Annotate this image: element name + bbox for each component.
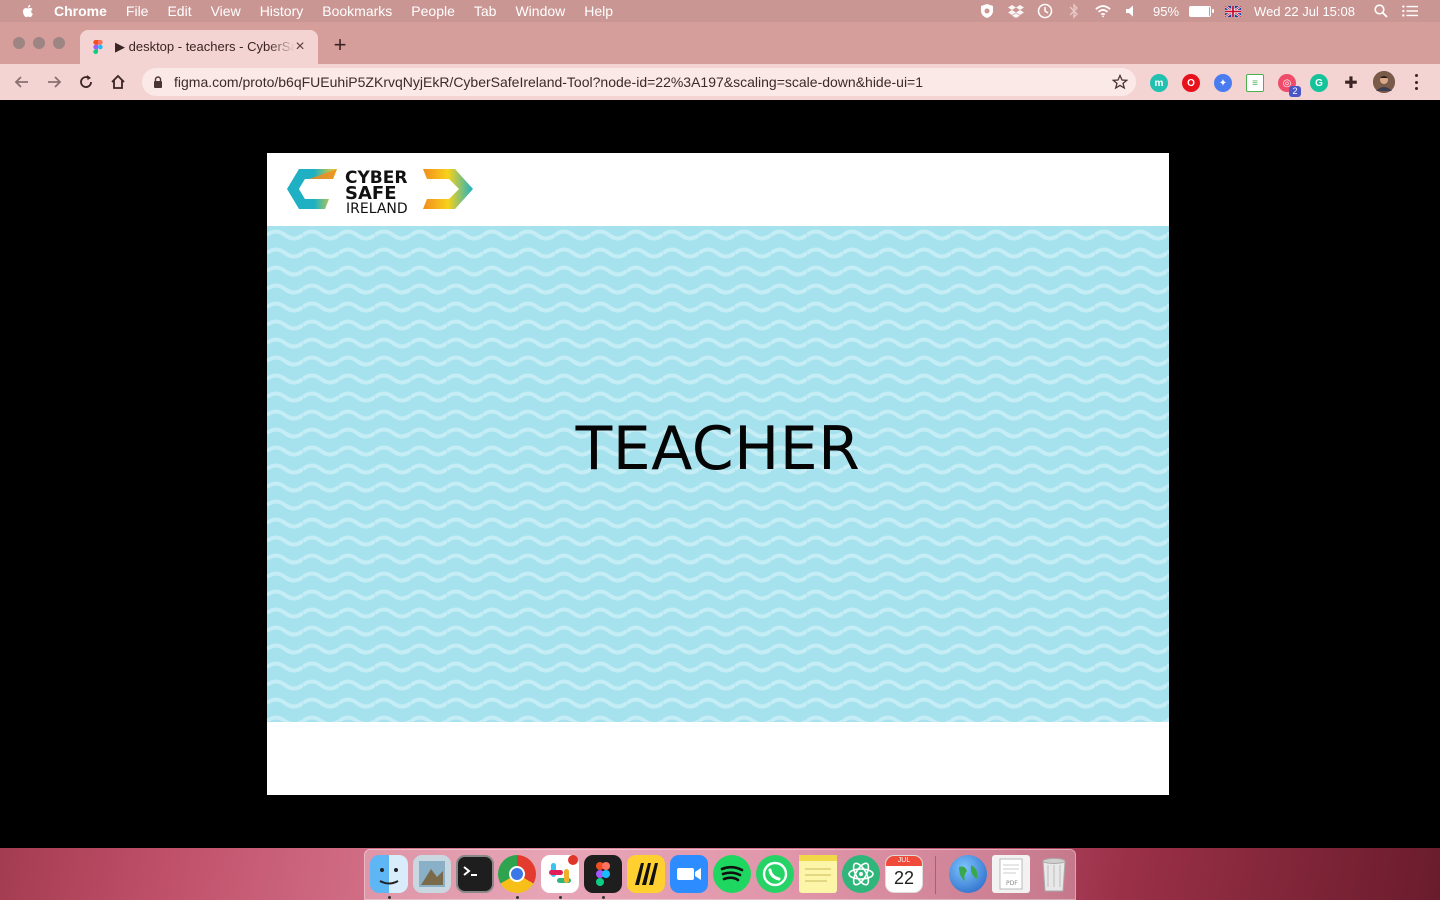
preview-app-icon[interactable] (413, 855, 451, 893)
tab-figma-prototype[interactable]: ▶ desktop - teachers - CyberSafeIreland … (80, 30, 318, 64)
miro-icon[interactable] (627, 855, 665, 893)
status-area: 95% Wed 22 Jul 15:08 (979, 0, 1440, 22)
menu-edit[interactable]: Edit (167, 3, 191, 19)
cybersafe-ireland-logo[interactable]: CYBER SAFE IRELAND (285, 163, 475, 215)
browser-toolbar: figma.com/proto/b6qFUEuhiP5ZKrvqNyjEkR/C… (0, 64, 1440, 100)
menu-app-chrome[interactable]: Chrome (54, 3, 107, 19)
extension-m-icon[interactable]: m (1150, 74, 1168, 92)
calendar-month: JUL (886, 856, 922, 866)
grammarly-icon[interactable]: G (1310, 74, 1328, 92)
zoom-icon[interactable] (670, 855, 708, 893)
chrome-menu-icon[interactable] (1408, 74, 1424, 90)
menu-bar: Chrome File Edit View History Bookmarks … (0, 0, 1440, 22)
new-tab-button[interactable]: + (330, 34, 350, 56)
page-viewport: CYBER SAFE IRELAND TEACHER (0, 100, 1440, 848)
calendar-icon[interactable]: JUL 22 (885, 855, 923, 893)
notification-center-icon[interactable] (1402, 3, 1418, 19)
home-icon (111, 74, 125, 89)
menu-people[interactable]: People (411, 3, 455, 19)
zoom-window-button[interactable] (53, 37, 65, 49)
calendar-day: 22 (893, 868, 915, 888)
bookmark-star-icon[interactable] (1112, 74, 1128, 90)
avatar-image (1373, 71, 1395, 93)
opera-extension-icon[interactable]: O (1182, 74, 1200, 92)
extension-rocket-icon[interactable]: ✦ (1214, 74, 1232, 92)
bluetooth-icon[interactable] (1066, 3, 1082, 19)
tab-strip: ▶ desktop - teachers - CyberSafeIreland … (0, 22, 1440, 64)
stickies-notes-icon[interactable] (799, 855, 837, 893)
menu-tab[interactable]: Tab (474, 3, 497, 19)
finder-icon[interactable] (370, 855, 408, 893)
back-arrow-icon (14, 76, 28, 88)
time-machine-icon[interactable] (1037, 3, 1053, 19)
spotify-icon[interactable] (713, 855, 751, 893)
hero-title: TEACHER (575, 414, 861, 484)
dropbox-icon[interactable] (1008, 3, 1025, 19)
window-controls (13, 37, 65, 49)
trash-icon[interactable] (1035, 855, 1073, 893)
logo-text-ireland: IRELAND (346, 201, 408, 215)
chrome-app-icon[interactable] (498, 855, 536, 893)
footer-area (267, 722, 1169, 795)
svg-text:PDF: PDF (1006, 880, 1018, 887)
dock: JUL 22 PDF (364, 849, 1076, 900)
battery-percentage[interactable]: 95% (1153, 4, 1179, 19)
forward-arrow-icon (48, 76, 62, 88)
battery-icon[interactable] (1189, 5, 1215, 17)
extension-badge: 2 (1289, 86, 1301, 97)
menu-bookmarks[interactable]: Bookmarks (322, 3, 392, 19)
globe-downloads-icon[interactable] (949, 855, 987, 893)
lock-icon[interactable] (152, 76, 164, 88)
hero-banner: TEACHER (267, 226, 1169, 722)
back-button[interactable] (8, 68, 36, 96)
menu-help[interactable]: Help (584, 3, 613, 19)
pdf-document-icon[interactable]: PDF (992, 855, 1030, 893)
volume-icon[interactable] (1124, 3, 1140, 19)
menu-view[interactable]: View (211, 3, 241, 19)
close-window-button[interactable] (13, 37, 25, 49)
menu-history[interactable]: History (260, 3, 304, 19)
reload-icon (80, 75, 92, 88)
figma-prototype-frame: CYBER SAFE IRELAND TEACHER (267, 153, 1169, 795)
address-bar[interactable]: figma.com/proto/b6qFUEuhiP5ZKrvqNyjEkR/C… (142, 68, 1136, 96)
spotlight-search-icon[interactable] (1373, 3, 1389, 19)
terminal-icon[interactable] (456, 855, 494, 893)
menubar-clock[interactable]: Wed 22 Jul 15:08 (1254, 4, 1355, 19)
close-tab-icon[interactable]: × (292, 39, 308, 55)
figma-app-icon[interactable] (584, 855, 622, 893)
extensions-puzzle-icon[interactable]: ✚ (1342, 74, 1360, 92)
reload-button[interactable] (72, 68, 100, 96)
atom-editor-icon[interactable] (842, 855, 880, 893)
forward-button[interactable] (40, 68, 68, 96)
wifi-icon[interactable] (1095, 3, 1111, 19)
uk-flag-icon[interactable] (1225, 3, 1242, 19)
minimize-window-button[interactable] (33, 37, 45, 49)
figma-icon (93, 40, 103, 54)
sheets-extension-icon[interactable]: ≡ (1246, 74, 1264, 92)
profile-avatar[interactable] (1373, 71, 1395, 93)
tab-title: ▶ desktop - teachers - CyberSafeIreland (115, 39, 295, 54)
apple-icon[interactable] (20, 3, 36, 19)
home-button[interactable] (104, 68, 132, 96)
browser-window: ▶ desktop - teachers - CyberSafeIreland … (0, 22, 1440, 848)
menu-file[interactable]: File (126, 3, 149, 19)
url-text[interactable]: figma.com/proto/b6qFUEuhiP5ZKrvqNyjEkR/C… (174, 74, 923, 90)
dock-separator (935, 856, 936, 894)
whatsapp-icon[interactable] (756, 855, 794, 893)
shield-icon[interactable] (979, 3, 995, 19)
slack-icon[interactable] (541, 855, 579, 893)
menu-window[interactable]: Window (515, 3, 565, 19)
